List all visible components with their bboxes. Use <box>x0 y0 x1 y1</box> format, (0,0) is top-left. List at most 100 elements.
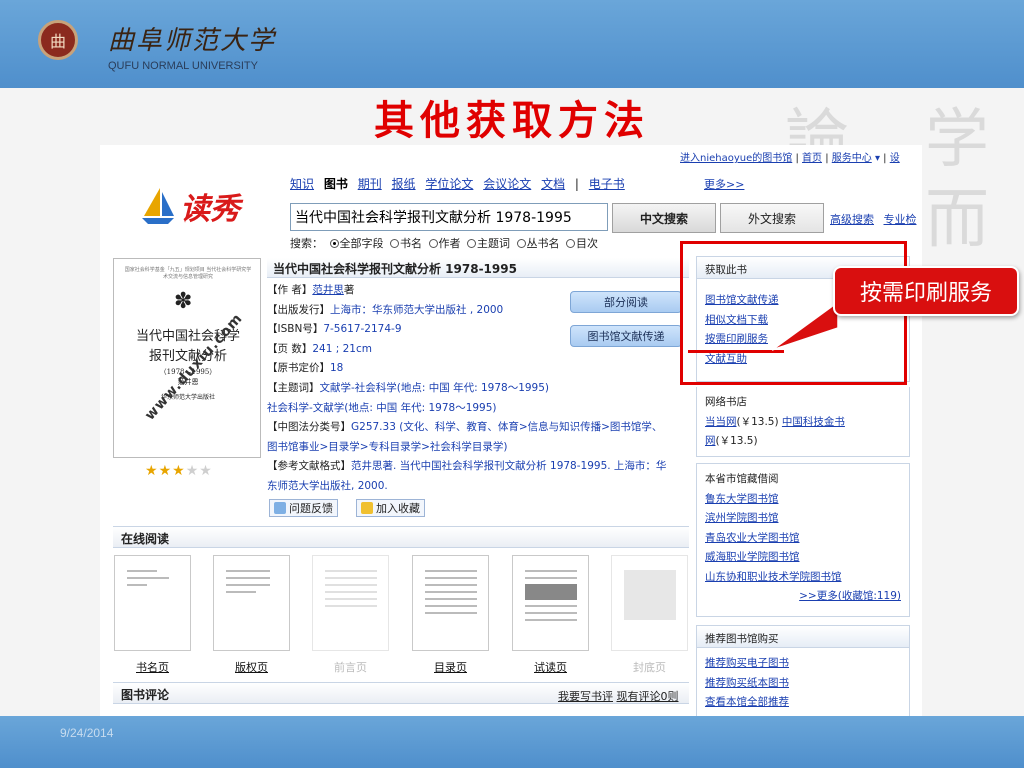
store-price: (￥13.5) <box>715 435 758 447</box>
service-center-link[interactable]: 服务中心 <box>832 153 872 164</box>
library-link[interactable]: 鲁东大学图书馆 <box>705 490 901 510</box>
sailboat-icon <box>142 188 174 224</box>
star-icon[interactable]: ★ <box>159 463 173 479</box>
book-cover[interactable]: 国家社会科学基金「九五」规划项目 当代社会科学研究学术交流与信息管理研究 ✽ 当… <box>113 258 261 458</box>
scope-radio-subject[interactable] <box>467 239 476 248</box>
subject-value: 文献学-社会科学(地点: 中国 年代: 1978～1995) <box>319 381 550 394</box>
citation-value: 范井思著. 当代中国社会科学报刊文献分析 1978-1995. 上海市：华 <box>351 460 667 473</box>
online-reading-header: 在线阅读 <box>113 526 689 548</box>
library-link[interactable]: 青岛农业大学图书馆 <box>705 529 901 549</box>
meta-label: 【页 数】 <box>267 342 313 355</box>
scope-radio-title[interactable] <box>390 239 399 248</box>
feedback-label: 问题反馈 <box>289 502 333 515</box>
library-delivery-button[interactable]: 图书馆文献传递 <box>570 325 682 347</box>
emblem-icon: ✽ <box>174 289 193 314</box>
star-icon[interactable]: ★ <box>145 463 159 479</box>
search-scope: 搜索： 全部字段 书名 作者 主题词 丛书名 目次 <box>290 235 598 251</box>
library-link[interactable]: 山东协和职业技术学院图书馆 <box>705 568 901 588</box>
scope-radio-all[interactable] <box>329 239 339 248</box>
thumb-title-page[interactable] <box>114 555 191 651</box>
tab-newspapers[interactable]: 报纸 <box>392 177 416 191</box>
feedback-button[interactable]: 问题反馈 <box>269 499 338 517</box>
home-link[interactable]: 首页 <box>802 153 822 164</box>
thumb-copyright-page[interactable] <box>213 555 290 651</box>
scope-option: 丛书名 <box>526 237 560 250</box>
slide-title: 其他获取方法 <box>374 97 650 144</box>
scope-label: 搜索： <box>290 237 323 250</box>
online-store-header: 网络书店 <box>705 396 747 408</box>
tab-documents[interactable]: 文档 <box>541 177 565 191</box>
thumb-sample-page[interactable] <box>512 555 589 651</box>
scope-radio-series[interactable] <box>516 239 526 248</box>
meta-label: 【主题词】 <box>267 381 320 394</box>
tab-ebooks[interactable]: 电子书 <box>589 177 625 191</box>
callout-print-on-demand: 按需印刷服务 <box>833 266 1019 316</box>
thumb-preface-page <box>312 555 389 651</box>
expert-search-link[interactable]: 专业检 <box>884 213 917 226</box>
settings-link[interactable]: 设 <box>890 153 900 164</box>
footer-band <box>0 716 1024 768</box>
meta-label: 【中图法分类号】 <box>267 421 351 434</box>
thumb-label: 封底页 <box>633 661 666 674</box>
university-seal-icon: 曲 <box>38 20 78 60</box>
existing-reviews-link[interactable]: 现有评论0则 <box>617 690 679 703</box>
tab-books[interactable]: 图书 <box>324 177 348 191</box>
dangdang-link[interactable]: 当当网 <box>705 416 737 428</box>
more-tabs-link[interactable]: 更多>> <box>704 176 744 192</box>
page-preview <box>525 570 577 626</box>
scope-option: 书名 <box>400 237 422 250</box>
chinese-search-button[interactable]: 中文搜索 <box>612 203 716 233</box>
star-icon[interactable]: ★ <box>186 463 200 479</box>
tab-journals[interactable]: 期刊 <box>358 177 382 191</box>
rating-stars[interactable]: ★★★★★ <box>145 463 213 479</box>
citation-value-2: 东师范大学出版社, <box>267 479 355 492</box>
more-libraries-link[interactable]: >>更多(收藏馆:119) <box>705 587 901 607</box>
star-icon[interactable]: ★ <box>172 463 186 479</box>
recommend-header: 推荐图书馆购买 <box>697 626 909 648</box>
university-name-en: QUFU NORMAL UNIVERSITY <box>108 60 258 72</box>
thumb-label[interactable]: 版权页 <box>213 659 290 675</box>
write-review-link[interactable]: 我要写书评 <box>558 690 613 703</box>
tab-knowledge[interactable]: 知识 <box>290 177 314 191</box>
thumb-label[interactable]: 试读页 <box>512 659 589 675</box>
author-link[interactable]: 范井思 <box>312 284 344 296</box>
subject-value-2: 社会科学-文献学(地点: 中国 年代: 1978～1995) <box>267 401 497 414</box>
search-input[interactable]: 当代中国社会科学报刊文献分析 1978-1995 <box>290 203 608 231</box>
view-recommendations-link[interactable]: 查看本馆全部推荐 <box>705 693 901 713</box>
clc-value: G257.33 <box>351 421 396 434</box>
meta-label: 【原书定价】 <box>267 362 330 375</box>
recommend-ebook-link[interactable]: 推荐购买电子图书 <box>705 654 901 674</box>
thumb-toc-page[interactable] <box>412 555 489 651</box>
duxiu-logo[interactable]: 读秀 <box>140 181 270 231</box>
library-link[interactable]: 威海职业学院图书馆 <box>705 548 901 568</box>
scope-radio-toc[interactable] <box>566 239 575 248</box>
tab-theses[interactable]: 学位论文 <box>425 177 473 191</box>
thumb-label[interactable]: 目录页 <box>412 659 489 675</box>
foreign-search-button[interactable]: 外文搜索 <box>720 203 824 233</box>
favorite-button[interactable]: 加入收藏 <box>356 499 425 517</box>
library-link[interactable]: 滨州学院图书馆 <box>705 509 901 529</box>
isbn-value: 7-5617-2174-9 <box>323 323 402 336</box>
chevron-down-icon[interactable]: ▾ <box>875 153 880 164</box>
partial-read-button[interactable]: 部分阅读 <box>570 291 682 313</box>
duxiu-logo-text: 读秀 <box>180 192 240 227</box>
tab-conference[interactable]: 会议论文 <box>483 177 531 191</box>
advanced-search-link[interactable]: 高级搜索 <box>830 213 874 226</box>
cover-small-text: 国家社会科学基金「九五」规划项目 当代社会科学研究学术交流与信息管理研究 <box>124 267 252 280</box>
sci-tech-store-link-2[interactable]: 网 <box>705 435 716 447</box>
page-preview <box>226 570 278 598</box>
online-store-list: 网络书店 当当网(￥13.5) 中国科技金书 网(￥13.5) <box>697 387 909 458</box>
recommend-print-link[interactable]: 推荐购买纸本图书 <box>705 674 901 694</box>
scope-radio-author[interactable] <box>428 239 438 248</box>
store-price: (￥13.5) <box>736 415 779 428</box>
sci-tech-store-link[interactable]: 中国科技金书 <box>782 416 845 428</box>
clc-desc-2: 图书馆事业>目录学>专科目录学>社会科学目录学) <box>267 440 508 453</box>
top-links: 进入niehaoyue的图书馆 | 首页 | 服务中心 ▾ | 设 <box>680 149 900 164</box>
separator: | <box>883 153 887 164</box>
book-metadata: 【作 者】范井思著 【出版发行】上海市：华东师范大学出版社 , 2000 【IS… <box>267 281 693 497</box>
login-link[interactable]: 进入niehaoyue的图书馆 <box>680 153 792 164</box>
edit-icon <box>274 502 286 514</box>
thumb-label[interactable]: 书名页 <box>114 659 191 675</box>
separator: | <box>795 153 799 164</box>
star-icon[interactable]: ★ <box>199 463 213 479</box>
